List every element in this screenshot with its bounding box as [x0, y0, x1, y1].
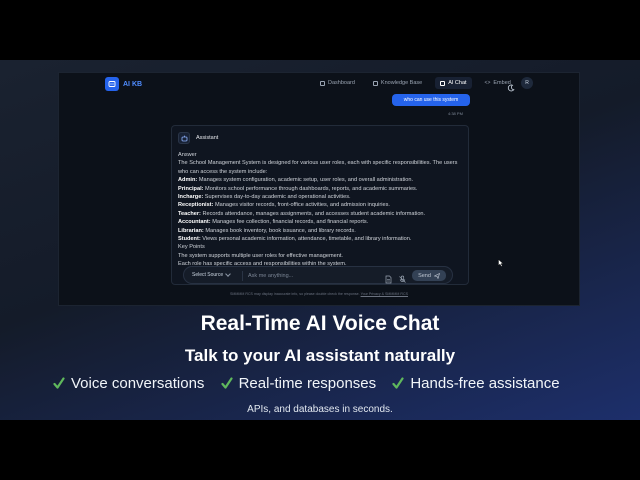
feature-item: Real-time responses — [220, 375, 377, 392]
checkmark-icon — [392, 377, 404, 390]
chevron-down-icon — [225, 271, 231, 277]
role-item: Librarian: Manages book inventory, book … — [178, 227, 356, 234]
promo-subhead: Talk to your AI assistant naturally — [184, 346, 456, 365]
app-logo[interactable]: AI KB — [105, 77, 142, 91]
book-icon — [372, 80, 378, 86]
letterbox-top — [0, 0, 640, 60]
disclaimer-text: SMMMM RCS may display inaccurate info, s… — [230, 292, 361, 296]
send-button[interactable]: Send — [412, 270, 446, 281]
nav-dashboard-label: Dashboard — [328, 80, 355, 86]
nav-knowledge-base[interactable]: Knowledge Base — [368, 77, 427, 89]
role-item: Principal: Monitors school performance t… — [178, 185, 418, 192]
assistant-name: Assistant — [196, 135, 219, 141]
role-item: Teacher: Records attendance, manages ass… — [178, 210, 426, 217]
code-icon: <> — [484, 80, 491, 86]
role-item: Admin: Manages system configuration, aca… — [178, 177, 414, 184]
chat-input[interactable] — [248, 271, 368, 281]
feature-label: Real-time responses — [238, 375, 377, 392]
source-select-label: Select Source — [192, 272, 224, 278]
feature-item: Voice conversations — [53, 375, 204, 392]
divider — [242, 271, 243, 281]
feature-list: Voice conversations Real-time responses … — [0, 375, 640, 394]
send-icon — [433, 272, 440, 279]
promo-tagline: APIs, and databases in seconds. — [247, 404, 393, 415]
nav-ai-chat-label: AI Chat — [448, 80, 467, 86]
answer-body: Answer The School Management System is d… — [178, 151, 468, 269]
role-item: Accountant: Manages fee collection, fina… — [178, 219, 369, 226]
letterbox-bottom — [0, 420, 640, 480]
video-frame: AI KB Dashboard Knowledge Base AI Chat <… — [0, 60, 640, 420]
bot-icon — [178, 132, 190, 144]
mouse-cursor-icon — [498, 254, 504, 267]
nav-dashboard[interactable]: Dashboard — [315, 77, 360, 89]
key-point: The system supports multiple user roles … — [178, 252, 343, 259]
role-item: Receptionist: Manages visitor records, f… — [178, 202, 390, 209]
disclaimer: SMMMM RCS may display inaccurate info, s… — [59, 292, 579, 296]
send-label: Send — [418, 272, 431, 279]
message-timestamp: 4:38 PM — [448, 111, 463, 116]
checkmark-icon — [220, 377, 233, 390]
nav-knowledge-base-label: Knowledge Base — [380, 80, 423, 86]
answer-heading: Answer — [178, 152, 197, 158]
key-points-heading: Key Points — [178, 244, 205, 251]
user-avatar[interactable]: R — [521, 77, 533, 89]
privacy-link[interactable]: Your Privacy & SMMMM RCS — [361, 292, 408, 296]
feature-label: Voice conversations — [71, 375, 205, 392]
moon-icon[interactable] — [507, 79, 515, 92]
top-navbar: AI KB Dashboard Knowledge Base AI Chat <… — [59, 73, 579, 95]
logo-text: AI KB — [123, 80, 143, 88]
assistant-header: Assistant — [178, 132, 218, 144]
app-window: AI KB Dashboard Knowledge Base AI Chat <… — [58, 72, 580, 306]
logo-icon — [105, 77, 119, 91]
role-item: Student: Views personal academic informa… — [178, 236, 412, 243]
promo-headline: Real-Time AI Voice Chat — [200, 312, 440, 335]
answer-intro: The School Management System is designed… — [178, 160, 458, 175]
mic-off-icon[interactable] — [398, 271, 407, 283]
role-item: Incharge: Supervises day-to-day academic… — [178, 194, 351, 201]
feature-label: Hands-free assistance — [410, 375, 560, 392]
source-select[interactable]: Select Source — [192, 271, 231, 278]
feature-item: Hands-free assistance — [392, 375, 560, 392]
nav-ai-chat[interactable]: AI Chat — [435, 77, 472, 89]
assistant-message: Assistant Answer The School Management S… — [171, 125, 469, 285]
dashboard-icon — [320, 80, 325, 86]
checkmark-icon — [53, 377, 65, 390]
user-message-bubble: who can use this system — [392, 94, 470, 106]
chat-icon — [440, 80, 446, 86]
nav-links: Dashboard Knowledge Base AI Chat <> Embe… — [315, 77, 516, 89]
chat-composer: Select Source Send — [183, 266, 453, 284]
document-icon[interactable] — [384, 271, 393, 284]
